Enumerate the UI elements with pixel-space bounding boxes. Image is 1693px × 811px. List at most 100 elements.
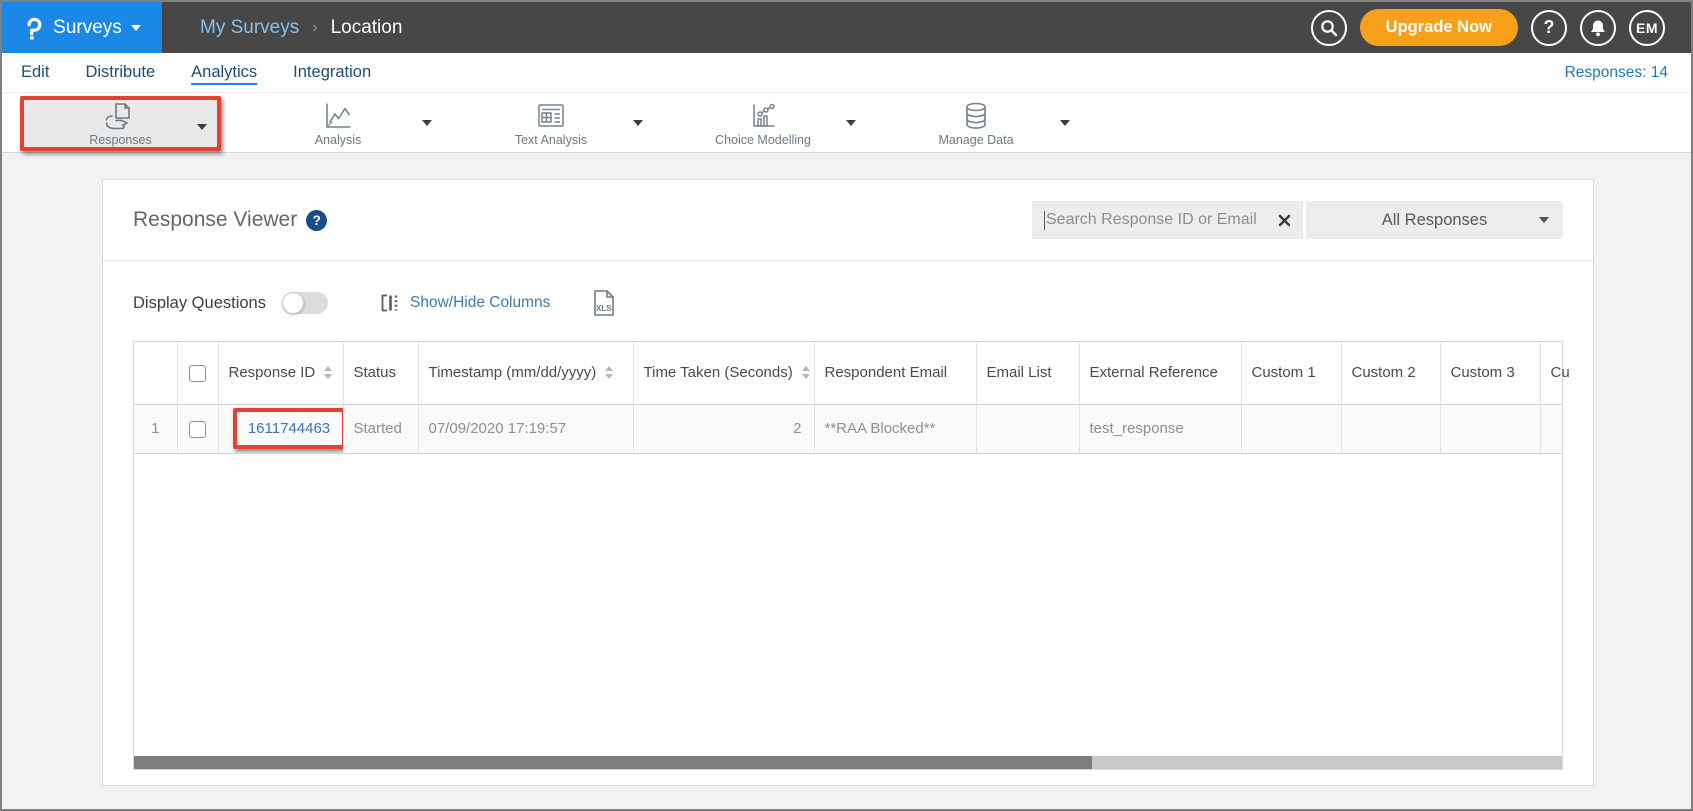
scatter-model-icon — [748, 101, 778, 131]
chevron-down-icon[interactable] — [422, 120, 432, 126]
horizontal-scrollbar-thumb[interactable] — [134, 756, 1092, 769]
respondent-email-cell: **RAA Blocked** — [814, 404, 976, 453]
show-hide-columns-button[interactable] — [380, 293, 400, 313]
nav-item-edit[interactable]: Edit — [21, 63, 49, 82]
analytics-toolbar: Responses Analysis — [2, 92, 1691, 153]
database-icon — [963, 101, 989, 131]
toolbar-item-choice-modelling[interactable]: Choice Modelling — [698, 101, 828, 147]
responses-count: Responses: 14 — [1565, 64, 1672, 82]
svg-text:XLS: XLS — [596, 304, 612, 313]
search-button[interactable] — [1311, 10, 1347, 46]
chevron-down-icon[interactable] — [197, 124, 207, 130]
column-header-email-list: Email List — [976, 342, 1079, 404]
filter-value: All Responses — [1382, 211, 1487, 230]
custom-2-cell — [1341, 404, 1440, 453]
ballot-hand-icon — [103, 101, 137, 131]
custom-1-cell — [1241, 404, 1341, 453]
upgrade-now-button[interactable]: Upgrade Now — [1360, 9, 1518, 46]
table-header-row: Response ID Status Timestamp (mm/dd/yyyy… — [134, 342, 1562, 404]
top-header: Surveys My Surveys › Location Upgrade No… — [2, 2, 1691, 53]
column-header-external-reference: External Reference — [1079, 342, 1241, 404]
sort-icon[interactable] — [605, 366, 613, 379]
line-chart-icon — [322, 101, 354, 131]
sort-icon[interactable] — [802, 366, 810, 379]
chevron-down-icon[interactable] — [846, 120, 856, 126]
responses-table-frame: Response ID Status Timestamp (mm/dd/yyyy… — [133, 341, 1563, 770]
column-header-response-id[interactable]: Response ID — [218, 342, 343, 404]
product-name: Surveys — [53, 17, 122, 39]
toolbar-item-analysis[interactable]: Analysis — [273, 101, 403, 147]
column-header-custom-2: Custom 2 — [1341, 342, 1440, 404]
column-header-timestamp[interactable]: Timestamp (mm/dd/yyyy) — [418, 342, 633, 404]
questionpro-logo-icon — [23, 14, 44, 42]
table-row: 1 1611744463 Started 07/09/2020 17:19:57… — [134, 404, 1562, 453]
toggle-knob — [282, 292, 304, 314]
toolbar-item-responses[interactable]: Responses — [20, 96, 221, 151]
email-list-cell — [976, 404, 1079, 453]
help-icon[interactable]: ? — [306, 210, 327, 231]
breadcrumb: My Surveys › Location — [200, 17, 402, 39]
nav-item-analytics[interactable]: Analytics — [191, 63, 257, 82]
display-questions-toggle[interactable] — [282, 292, 328, 314]
avatar[interactable]: EM — [1629, 10, 1665, 46]
empty-table-area — [134, 453, 1562, 756]
x-icon — [1278, 214, 1291, 227]
nav-item-integration[interactable]: Integration — [293, 63, 371, 82]
toolbar-label: Analysis — [315, 133, 362, 147]
question-mark-icon: ? — [1544, 17, 1555, 38]
response-id-cell: 1611744463 — [218, 404, 343, 453]
responses-filter-dropdown[interactable]: All Responses — [1306, 201, 1563, 239]
response-id-link[interactable]: 1611744463 — [248, 420, 330, 437]
external-reference-cell: test_response — [1079, 404, 1241, 453]
nav-item-distribute[interactable]: Distribute — [85, 63, 155, 82]
chevron-down-icon[interactable] — [1060, 120, 1070, 126]
card-body: Display Questions Show/Hide Columns — [103, 261, 1593, 770]
breadcrumb-my-surveys[interactable]: My Surveys — [200, 17, 299, 39]
index-column-header — [134, 342, 177, 404]
custom-4-cell — [1540, 404, 1562, 453]
export-xls-button[interactable]: XLS — [592, 289, 616, 317]
chevron-down-icon — [131, 25, 141, 31]
table-controls: Display Questions Show/Hide Columns — [133, 282, 1563, 324]
response-viewer-card: Response Viewer ? All Responses — [102, 179, 1594, 786]
column-header-custom-3: Custom 3 — [1440, 342, 1540, 404]
toolbar-item-text-analysis[interactable]: Text Analysis — [486, 101, 616, 147]
breadcrumb-current: Location — [331, 17, 403, 39]
select-all-header — [177, 342, 218, 404]
chevron-down-icon[interactable] — [633, 120, 643, 126]
xls-file-icon: XLS — [592, 289, 616, 317]
breadcrumb-separator: › — [312, 19, 317, 37]
clear-search-button[interactable] — [1278, 214, 1291, 227]
window-frame: Surveys My Surveys › Location Upgrade No… — [0, 0, 1693, 811]
viewer-controls: All Responses — [1032, 201, 1563, 239]
page-title: Response Viewer — [133, 208, 297, 232]
page-background: Response Viewer ? All Responses — [2, 153, 1691, 809]
column-header-respondent-email: Respondent Email — [814, 342, 976, 404]
header-actions: Upgrade Now ? EM — [1311, 9, 1691, 46]
status-cell: Started — [343, 404, 418, 453]
column-header-custom-1: Custom 1 — [1241, 342, 1341, 404]
select-all-checkbox[interactable] — [189, 365, 206, 382]
help-button[interactable]: ? — [1531, 10, 1567, 46]
column-header-time-taken[interactable]: Time Taken (Seconds) — [633, 342, 814, 404]
survey-nav: Edit Distribute Analytics Integration Re… — [2, 53, 1691, 92]
time-taken-cell: 2 — [633, 404, 814, 453]
search-icon — [1320, 19, 1338, 37]
toolbar-label: Choice Modelling — [715, 133, 811, 147]
display-questions-label: Display Questions — [133, 294, 266, 313]
row-index: 1 — [134, 404, 177, 453]
column-header-custom-4-clipped: Cu — [1540, 342, 1562, 404]
columns-icon — [380, 293, 400, 313]
row-checkbox[interactable] — [189, 421, 206, 438]
horizontal-scrollbar-track[interactable] — [134, 756, 1562, 769]
toolbar-label: Manage Data — [938, 133, 1013, 147]
card-header: Response Viewer ? All Responses — [103, 180, 1593, 261]
response-search — [1032, 201, 1303, 239]
show-hide-columns-label[interactable]: Show/Hide Columns — [410, 294, 550, 312]
toolbar-item-manage-data[interactable]: Manage Data — [911, 101, 1041, 147]
custom-3-cell — [1440, 404, 1540, 453]
product-switcher[interactable]: Surveys — [2, 2, 162, 53]
search-input[interactable] — [1045, 211, 1278, 229]
sort-icon[interactable] — [324, 366, 332, 379]
notifications-button[interactable] — [1580, 10, 1616, 46]
